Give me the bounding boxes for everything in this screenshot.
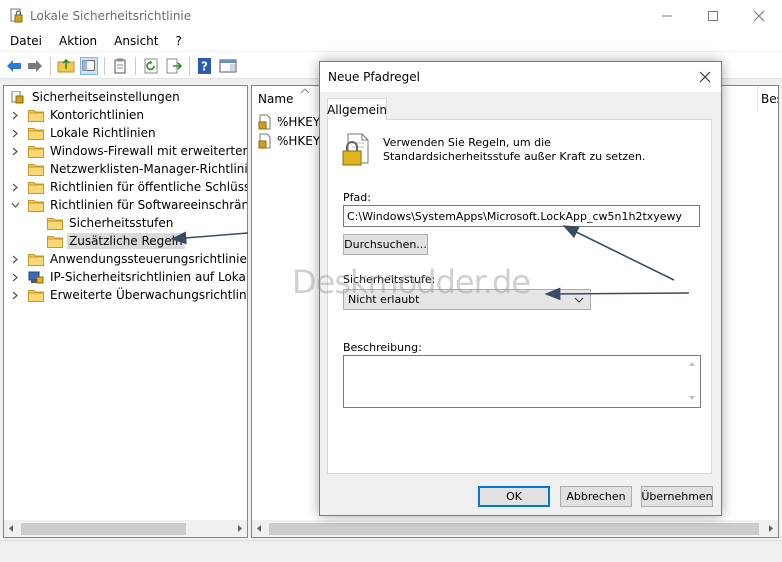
annotation-arrows (170, 225, 690, 301)
arrow-to-security-select (544, 287, 690, 301)
tab-allgemein-label: Allgemein (327, 102, 387, 117)
arrow-to-path-input (562, 225, 675, 281)
arrow-to-tree-item (170, 231, 249, 245)
tab-allgemein[interactable]: Allgemein (327, 98, 387, 120)
